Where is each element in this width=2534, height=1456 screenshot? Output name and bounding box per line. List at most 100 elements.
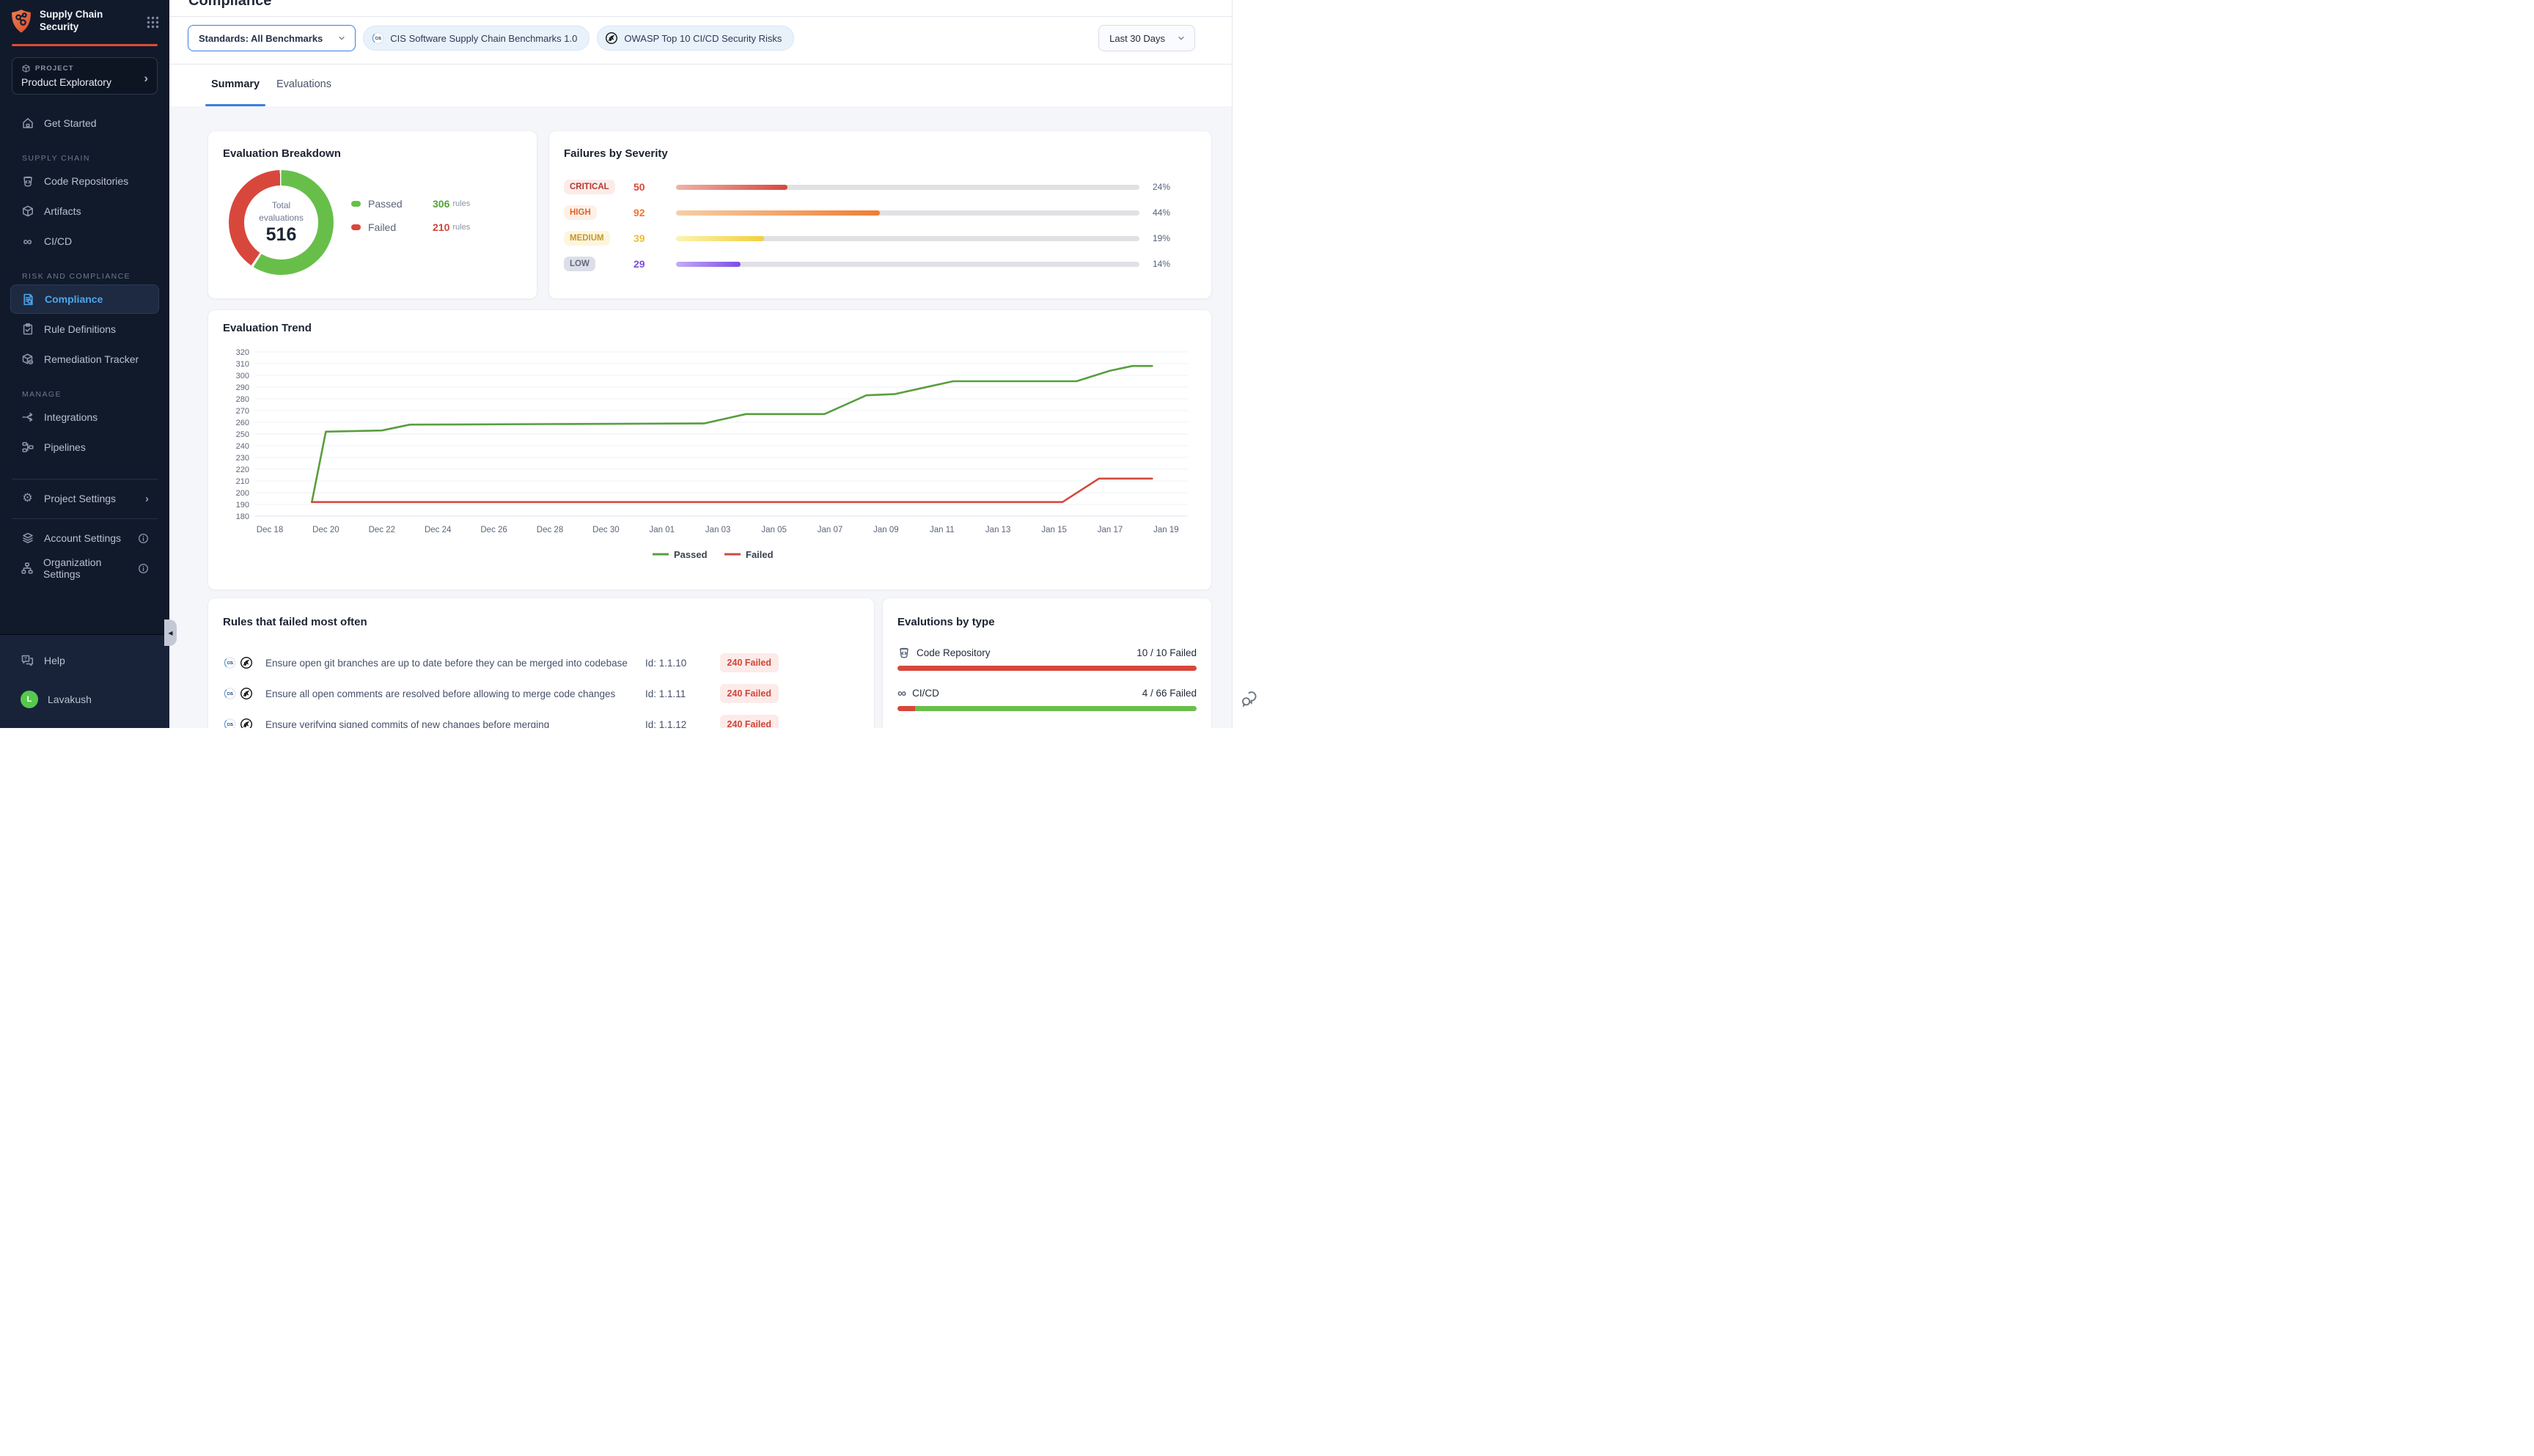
rule-failed-badge: 240 Failed	[720, 653, 779, 672]
gear-icon: ⚙	[21, 492, 34, 506]
svg-text:240: 240	[236, 442, 249, 451]
right-rail	[1232, 0, 1267, 728]
svg-text:Jan 17: Jan 17	[1098, 526, 1123, 534]
svg-text:CIS: CIS	[375, 37, 382, 41]
page-title: Compliance	[188, 0, 271, 10]
sidebar-item-artifacts[interactable]: Artifacts	[10, 196, 159, 226]
sidebar-section-header: MANAGE	[22, 390, 147, 399]
svg-text:300: 300	[236, 372, 249, 380]
failed-rule-row[interactable]: CISEnsure verifying signed commits of ne…	[223, 709, 779, 728]
failed-rule-row[interactable]: CISEnsure all open comments are resolved…	[223, 678, 779, 709]
svg-text:250: 250	[236, 430, 249, 439]
sidebar-item-rule-definitions[interactable]: Rule Definitions	[10, 315, 159, 344]
severity-bar	[676, 185, 1139, 190]
sidebar-item-label: Project Settings	[44, 493, 116, 504]
severity-bar	[676, 262, 1139, 267]
layers-icon	[21, 532, 34, 545]
svg-text:190: 190	[236, 501, 249, 510]
project-label: PROJECT	[35, 65, 74, 73]
user-menu[interactable]: L Lavakush	[10, 684, 159, 715]
severity-row-low: LOW2914%	[564, 256, 1197, 272]
severity-row-high: HIGH9244%	[564, 205, 1197, 221]
app-grid-icon[interactable]	[147, 16, 159, 29]
svg-text:Jan 03: Jan 03	[705, 526, 731, 534]
sidebar-item-label: Compliance	[45, 293, 103, 305]
severity-count: 50	[634, 181, 676, 193]
benchmark-chip-owasp-top-10-ci-cd-s[interactable]: OWASP Top 10 CI/CD Security Risks	[597, 26, 794, 51]
rule-failed-badge: 240 Failed	[720, 715, 779, 728]
pipelines-icon	[21, 441, 34, 455]
sidebar-item-help[interactable]: ? Help	[10, 647, 159, 674]
sidebar-item-project-settings[interactable]: ⚙ Project Settings ›	[10, 484, 159, 513]
tab-evaluations[interactable]: Evaluations	[276, 78, 331, 90]
svg-text:260: 260	[236, 419, 249, 427]
home-icon	[21, 117, 34, 130]
sidebar-item-remediation-tracker[interactable]: Remediation Tracker	[10, 345, 159, 374]
sidebar-item-ci-cd[interactable]: ∞CI/CD	[10, 227, 159, 256]
page: Supply ChainSecurity PROJECT Pr	[0, 0, 1267, 728]
header-divider	[169, 16, 1232, 17]
sidebar-item-label: Help	[44, 655, 65, 666]
sidebar-item-label: Get Started	[44, 117, 97, 129]
svg-text:210: 210	[236, 477, 249, 486]
severity-percent: 44%	[1153, 207, 1197, 218]
type-label: Code Repository	[917, 647, 991, 658]
failures-by-severity-card: Failures by Severity CRITICAL5024%HIGH92…	[548, 130, 1212, 299]
owasp-icon	[605, 32, 618, 45]
sidebar-item-pipelines[interactable]: Pipelines	[10, 433, 159, 462]
svg-text:Jan 09: Jan 09	[873, 526, 899, 534]
severity-count: 92	[634, 207, 676, 218]
integrations-icon	[21, 411, 34, 424]
tab-bar: Summary Evaluations	[169, 70, 1232, 106]
info-icon	[138, 533, 149, 544]
cis-icon: CIS	[223, 656, 236, 669]
rule-text: Ensure verifying signed commits of new c…	[265, 719, 645, 729]
svg-text:Jan 01: Jan 01	[650, 526, 675, 534]
project-selector[interactable]: PROJECT Product Exploratory ›	[12, 57, 158, 95]
sidebar-item-label: Remediation Tracker	[44, 353, 139, 365]
date-range-select[interactable]: Last 30 Days	[1098, 25, 1195, 51]
evaluation-trend-chart: 3203103002902802702602502402302202102001…	[223, 343, 1197, 569]
benchmark-chip-cis-software-supply-[interactable]: CISCIS Software Supply Chain Benchmarks …	[363, 26, 590, 51]
sidebar-item-integrations[interactable]: Integrations	[10, 402, 159, 432]
severity-percent: 19%	[1153, 233, 1197, 243]
severity-row-medium: MEDIUM3919%	[564, 230, 1197, 246]
legend-dot	[351, 201, 361, 207]
evaluations-by-type-card: Evalutions by type Code Repository10 / 1…	[882, 598, 1212, 728]
card-title: Evaluation Breakdown	[223, 147, 522, 160]
svg-text:Dec 18: Dec 18	[257, 526, 283, 534]
evaluation-type-row-ci-cd: ∞CI/CD4 / 66 Failed	[897, 687, 1197, 711]
cube-icon	[21, 205, 34, 218]
chip-label: OWASP Top 10 CI/CD Security Risks	[624, 33, 782, 44]
severity-badge: CRITICAL	[564, 180, 615, 194]
sidebar-collapse-handle[interactable]: ◀	[164, 619, 177, 646]
svg-text:Dec 22: Dec 22	[369, 526, 395, 534]
svg-text:Jan 13: Jan 13	[985, 526, 1011, 534]
cis-icon: CIS	[223, 687, 236, 700]
donut-center-label: Total evaluations	[259, 199, 304, 223]
svg-text:270: 270	[236, 407, 249, 416]
standards-filter-select[interactable]: Standards: All Benchmarks	[188, 25, 356, 51]
avatar: L	[21, 691, 38, 708]
failed-rule-row[interactable]: CISEnsure open git branches are up to da…	[223, 647, 779, 678]
svg-text:280: 280	[236, 395, 249, 404]
sidebar-item-label: CI/CD	[44, 235, 72, 247]
svg-text:220: 220	[236, 466, 249, 474]
sidebar-item-code-repositories[interactable]: Code Repositories	[10, 166, 159, 196]
sidebar-item-label: Organization Settings	[43, 556, 128, 580]
sidebar-item-account-settings[interactable]: Account Settings	[10, 523, 159, 553]
svg-text:?: ?	[24, 657, 27, 662]
sidebar-item-organization-settings[interactable]: Organization Settings	[10, 554, 159, 583]
svg-text:290: 290	[236, 383, 249, 392]
chevron-right-icon: ›	[145, 493, 149, 505]
severity-percent: 14%	[1153, 259, 1197, 269]
tab-summary[interactable]: Summary	[211, 78, 260, 90]
date-range-value: Last 30 Days	[1109, 33, 1165, 44]
cis-icon: CIS	[371, 32, 384, 45]
logo-row: Supply ChainSecurity	[0, 0, 169, 41]
evaluation-breakdown-card: Evaluation Breakdown Total evaluations 5…	[208, 130, 537, 299]
rule-id: Id: 1.1.12	[645, 719, 713, 729]
sidebar-item-compliance[interactable]: Compliance	[10, 284, 159, 314]
chat-widget-icon[interactable]	[1240, 689, 1259, 708]
sidebar-item-get-started[interactable]: Get Started	[10, 109, 159, 138]
